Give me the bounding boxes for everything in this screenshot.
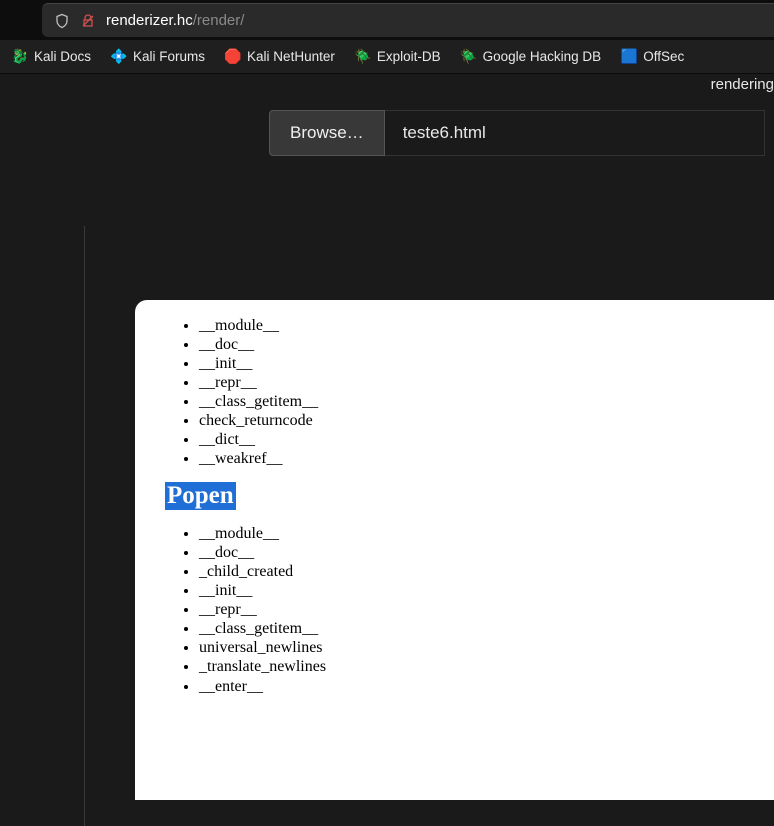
- nethunter-icon: 🛑: [225, 49, 241, 65]
- bookmark-kali-nethunter[interactable]: 🛑 Kali NetHunter: [217, 45, 343, 69]
- list-item: __module__: [199, 524, 750, 543]
- list-item: __doc__: [199, 335, 750, 354]
- list-item: __repr__: [199, 373, 750, 392]
- bookmark-label: Kali Forums: [133, 49, 205, 64]
- list-item: _child_created: [199, 562, 750, 581]
- filename-display[interactable]: teste6.html: [385, 110, 765, 156]
- list-item: __init__: [199, 354, 750, 373]
- bookmark-label: Exploit-DB: [377, 49, 441, 64]
- bookmark-label: Google Hacking DB: [483, 49, 602, 64]
- url-bar[interactable]: renderizer.hc/render/: [42, 3, 774, 37]
- truncated-header-text: rendering: [711, 76, 774, 93]
- bookmark-label: OffSec: [643, 49, 684, 64]
- url-domain: renderizer.hc: [106, 12, 193, 29]
- bookmark-exploit-db[interactable]: 🪲 Exploit-DB: [347, 45, 449, 69]
- bookmark-kali-docs[interactable]: 🐉 Kali Docs: [4, 45, 99, 69]
- list-item: __weakref__: [199, 449, 750, 468]
- file-upload-row: Browse… teste6.html: [269, 110, 765, 156]
- bookmark-label: Kali NetHunter: [247, 49, 335, 64]
- rendered-content-card: __module__ __doc__ __init__ __repr__ __c…: [135, 300, 774, 800]
- browse-button[interactable]: Browse…: [269, 110, 385, 156]
- list-item: __enter__: [199, 677, 750, 696]
- list-item: check_returncode: [199, 411, 750, 430]
- list-item: __doc__: [199, 543, 750, 562]
- lock-warning-icon[interactable]: [80, 13, 96, 29]
- dragon-icon: 🐉: [12, 49, 28, 65]
- attribute-list-2: __module__ __doc__ _child_created __init…: [159, 524, 750, 695]
- list-item: __repr__: [199, 600, 750, 619]
- list-item: __module__: [199, 316, 750, 335]
- offsec-icon: 🟦: [621, 49, 637, 65]
- list-item: universal_newlines: [199, 638, 750, 657]
- list-item: __class_getitem__: [199, 392, 750, 411]
- bookmarks-bar: 🐉 Kali Docs 💠 Kali Forums 🛑 Kali NetHunt…: [0, 40, 774, 74]
- bookmark-kali-forums[interactable]: 💠 Kali Forums: [103, 45, 213, 69]
- list-item: __class_getitem__: [199, 619, 750, 638]
- bookmark-label: Kali Docs: [34, 49, 91, 64]
- url-path: /render/: [193, 12, 245, 29]
- attribute-list-1: __module__ __doc__ __init__ __repr__ __c…: [159, 316, 750, 468]
- url-text: renderizer.hc/render/: [106, 12, 244, 29]
- forums-icon: 💠: [111, 49, 127, 65]
- shield-icon[interactable]: [54, 13, 70, 29]
- bookmark-google-hacking-db[interactable]: 🪲 Google Hacking DB: [453, 45, 610, 69]
- bug-icon: 🪲: [355, 49, 371, 65]
- page-area: rendering Browse… teste6.html __module__…: [0, 74, 774, 731]
- class-heading-popen: Popen: [165, 482, 236, 510]
- list-item: _translate_newlines: [199, 657, 750, 676]
- list-item: __init__: [199, 581, 750, 600]
- bookmark-offsec[interactable]: 🟦 OffSec: [613, 45, 692, 69]
- url-bar-container: renderizer.hc/render/: [0, 0, 774, 40]
- bug-icon: 🪲: [461, 49, 477, 65]
- list-item: __dict__: [199, 430, 750, 449]
- vertical-divider: [84, 226, 85, 826]
